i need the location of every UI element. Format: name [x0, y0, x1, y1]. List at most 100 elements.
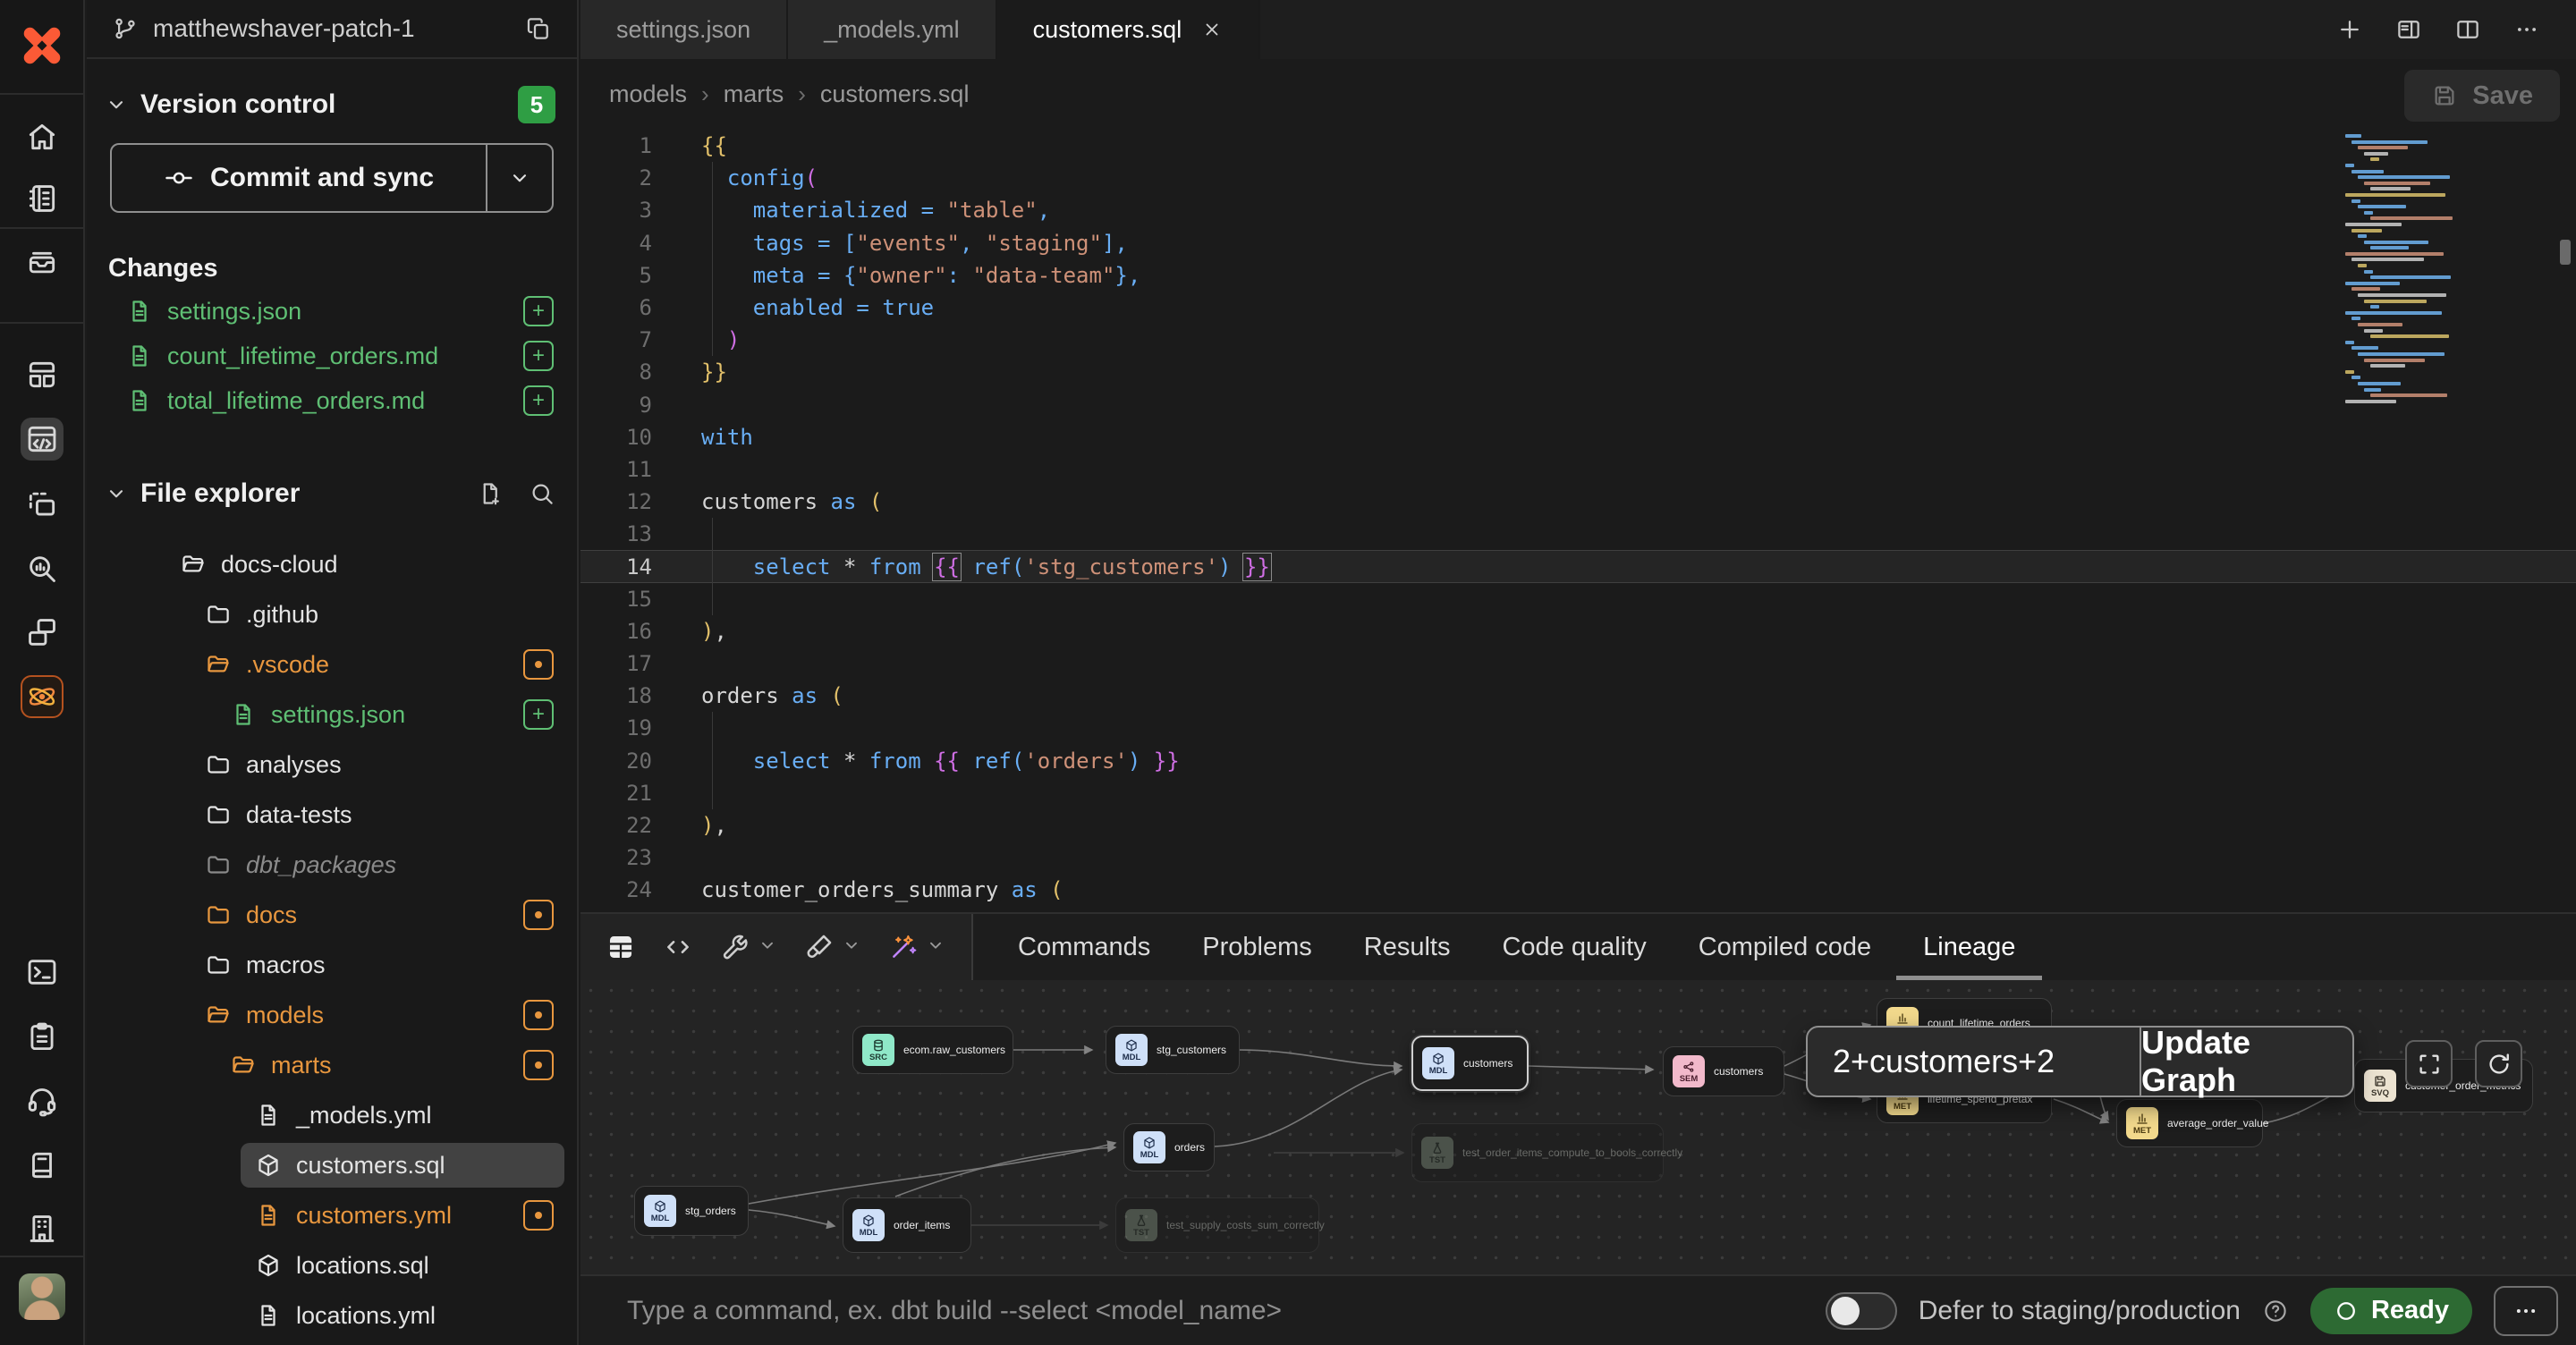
fullscreen-button[interactable] — [2405, 1040, 2453, 1087]
close-icon[interactable] — [1201, 19, 1223, 40]
code-line-22[interactable]: 22), — [580, 809, 2576, 842]
code-line-23[interactable]: 23 — [580, 842, 2576, 874]
data-explorer-icon[interactable] — [21, 547, 64, 590]
code-line-19[interactable]: 19 — [580, 712, 2576, 744]
new-file-icon[interactable] — [477, 480, 504, 507]
code-editor[interactable]: 1{{2 config(3 materialized = "table",4 t… — [580, 130, 2576, 912]
panel-tab-lineage[interactable]: Lineage — [1923, 914, 2015, 980]
panel-tab-commands[interactable]: Commands — [1018, 914, 1150, 980]
panel-tab-problems[interactable]: Problems — [1202, 914, 1312, 980]
inbox-icon[interactable] — [21, 240, 64, 283]
refresh-button[interactable] — [2475, 1040, 2522, 1087]
minimap[interactable] — [2342, 134, 2476, 405]
search-icon[interactable] — [529, 480, 555, 507]
code-line-4[interactable]: 4 tags = ["events", "staging"], — [580, 227, 2576, 259]
profile-icon[interactable] — [19, 1273, 65, 1320]
format-tools-icon[interactable] — [804, 932, 861, 962]
tree-item-analyses[interactable]: analyses — [87, 740, 577, 790]
editor-scrollbar[interactable] — [2560, 134, 2571, 903]
code-line-14[interactable]: 14 select * from {{ ref('stg_customers')… — [580, 550, 2576, 582]
code-editor-icon[interactable] — [21, 418, 64, 461]
tasks-icon[interactable] — [21, 1015, 64, 1058]
lineage-selector-input[interactable]: 2+customers+2 — [1808, 1028, 2140, 1095]
update-graph-button[interactable]: Update Graph — [2140, 1028, 2352, 1095]
tree-item-_models.yml[interactable]: _models.yml — [87, 1090, 577, 1140]
tree-item-docs-cloud[interactable]: docs-cloud — [87, 539, 577, 589]
code-line-10[interactable]: 10with — [580, 421, 2576, 453]
tree-item-data-tests[interactable]: data-tests — [87, 790, 577, 840]
code-line-6[interactable]: 6 enabled = true — [580, 292, 2576, 324]
save-button[interactable]: Save — [2404, 70, 2560, 122]
lineage-node-customers[interactable]: MDLcustomers — [1411, 1036, 1529, 1091]
changed-file-row[interactable]: settings.json+ — [87, 289, 577, 334]
lineage-node-stg_orders[interactable]: MDLstg_orders — [634, 1186, 749, 1236]
lineage-canvas[interactable]: SRCecom.raw_customersMDLstg_customersMDL… — [580, 980, 2576, 1274]
code-line-1[interactable]: 1{{ — [580, 130, 2576, 162]
code-line-9[interactable]: 9 — [580, 389, 2576, 421]
version-control-header[interactable]: Version control 5 — [87, 86, 577, 123]
breadcrumb-item[interactable]: marts — [724, 80, 784, 108]
tree-item-.github[interactable]: .github — [87, 589, 577, 639]
defer-toggle[interactable] — [1826, 1292, 1897, 1330]
code-line-12[interactable]: 12customers as ( — [580, 486, 2576, 518]
organization-icon[interactable] — [21, 1207, 64, 1250]
lineage-node-customers[interactable]: SEMcustomers — [1663, 1046, 1784, 1096]
command-input[interactable] — [627, 1296, 1826, 1326]
lineage-node-test_order_items_compute_to_bools_correctly[interactable]: TSTtest_order_items_compute_to_bools_cor… — [1411, 1123, 1664, 1182]
tree-item-.vscode[interactable]: .vscode — [87, 639, 577, 689]
stage-file-button[interactable]: + — [523, 385, 554, 416]
changed-file-row[interactable]: count_lifetime_orders.md+ — [87, 334, 577, 378]
tree-item-customers.sql[interactable]: customers.sql — [87, 1140, 577, 1190]
copy-icon[interactable] — [525, 15, 552, 42]
stage-file-button[interactable]: + — [523, 296, 554, 326]
help-icon[interactable] — [2262, 1298, 2289, 1324]
panel-tab-code-quality[interactable]: Code quality — [1502, 914, 1646, 980]
breadcrumb-item[interactable]: models — [609, 80, 687, 108]
terminal-icon[interactable] — [21, 951, 64, 994]
home-icon[interactable] — [21, 115, 64, 158]
tab-settings.json[interactable]: settings.json — [580, 0, 788, 59]
panel-tab-results[interactable]: Results — [1364, 914, 1451, 980]
code-line-15[interactable]: 15 — [580, 583, 2576, 615]
panel-tab-compiled-code[interactable]: Compiled code — [1699, 914, 1871, 980]
code-line-7[interactable]: 7 ) — [580, 324, 2576, 356]
open-editors-icon[interactable] — [2395, 16, 2422, 43]
tree-item-macros[interactable]: macros — [87, 940, 577, 990]
tree-item-customers.yml[interactable]: customers.yml — [87, 1190, 577, 1240]
tree-item-models[interactable]: models — [87, 990, 577, 1040]
commit-options-button[interactable] — [486, 145, 552, 211]
split-editor-icon[interactable] — [2454, 16, 2481, 43]
status-badge[interactable]: Ready — [2310, 1288, 2472, 1334]
tab-_models.yml[interactable]: _models.yml — [788, 0, 997, 59]
tree-item-docs[interactable]: docs — [87, 890, 577, 940]
tree-item-marts[interactable]: marts — [87, 1040, 577, 1090]
more-options-button[interactable] — [2494, 1286, 2558, 1336]
code-line-24[interactable]: 24customer_orders_summary as ( — [580, 874, 2576, 906]
code-line-5[interactable]: 5 meta = {"owner": "data-team"}, — [580, 259, 2576, 292]
notebook-icon[interactable] — [21, 177, 64, 220]
dbt-assistant-icon[interactable] — [21, 675, 64, 718]
preview-table-icon[interactable] — [606, 932, 636, 962]
lineage-node-ecom.raw_customers[interactable]: SRCecom.raw_customers — [852, 1026, 1013, 1074]
lineage-node-orders[interactable]: MDLorders — [1123, 1123, 1215, 1172]
support-icon[interactable] — [21, 1079, 64, 1122]
file-explorer-header[interactable]: File explorer — [87, 478, 577, 509]
tree-item-dbt_packages[interactable]: dbt_packages — [87, 840, 577, 890]
ai-tools-icon[interactable] — [888, 932, 945, 962]
select-frame-icon[interactable] — [21, 483, 64, 526]
breadcrumb-item[interactable]: customers.sql — [820, 80, 970, 108]
code-line-17[interactable]: 17 — [580, 647, 2576, 680]
new-tab-icon[interactable] — [2336, 16, 2363, 43]
stage-file-button[interactable]: + — [523, 699, 554, 730]
code-line-11[interactable]: 11 — [580, 453, 2576, 486]
lineage-node-test_supply_costs_sum_correctly[interactable]: TSTtest_supply_costs_sum_correctly — [1115, 1197, 1319, 1253]
commit-and-sync-button[interactable]: Commit and sync — [110, 143, 554, 213]
tree-item-settings.json[interactable]: settings.json+ — [87, 689, 577, 740]
code-line-21[interactable]: 21 — [580, 777, 2576, 809]
code-line-16[interactable]: 16), — [580, 615, 2576, 647]
code-line-13[interactable]: 13 — [580, 518, 2576, 550]
tab-customers.sql[interactable]: customers.sql — [997, 0, 1261, 59]
changed-file-row[interactable]: total_lifetime_orders.md+ — [87, 378, 577, 423]
lineage-node-average_order_value[interactable]: METaverage_order_value — [2116, 1099, 2263, 1147]
tree-item-locations.sql[interactable]: locations.sql — [87, 1240, 577, 1290]
